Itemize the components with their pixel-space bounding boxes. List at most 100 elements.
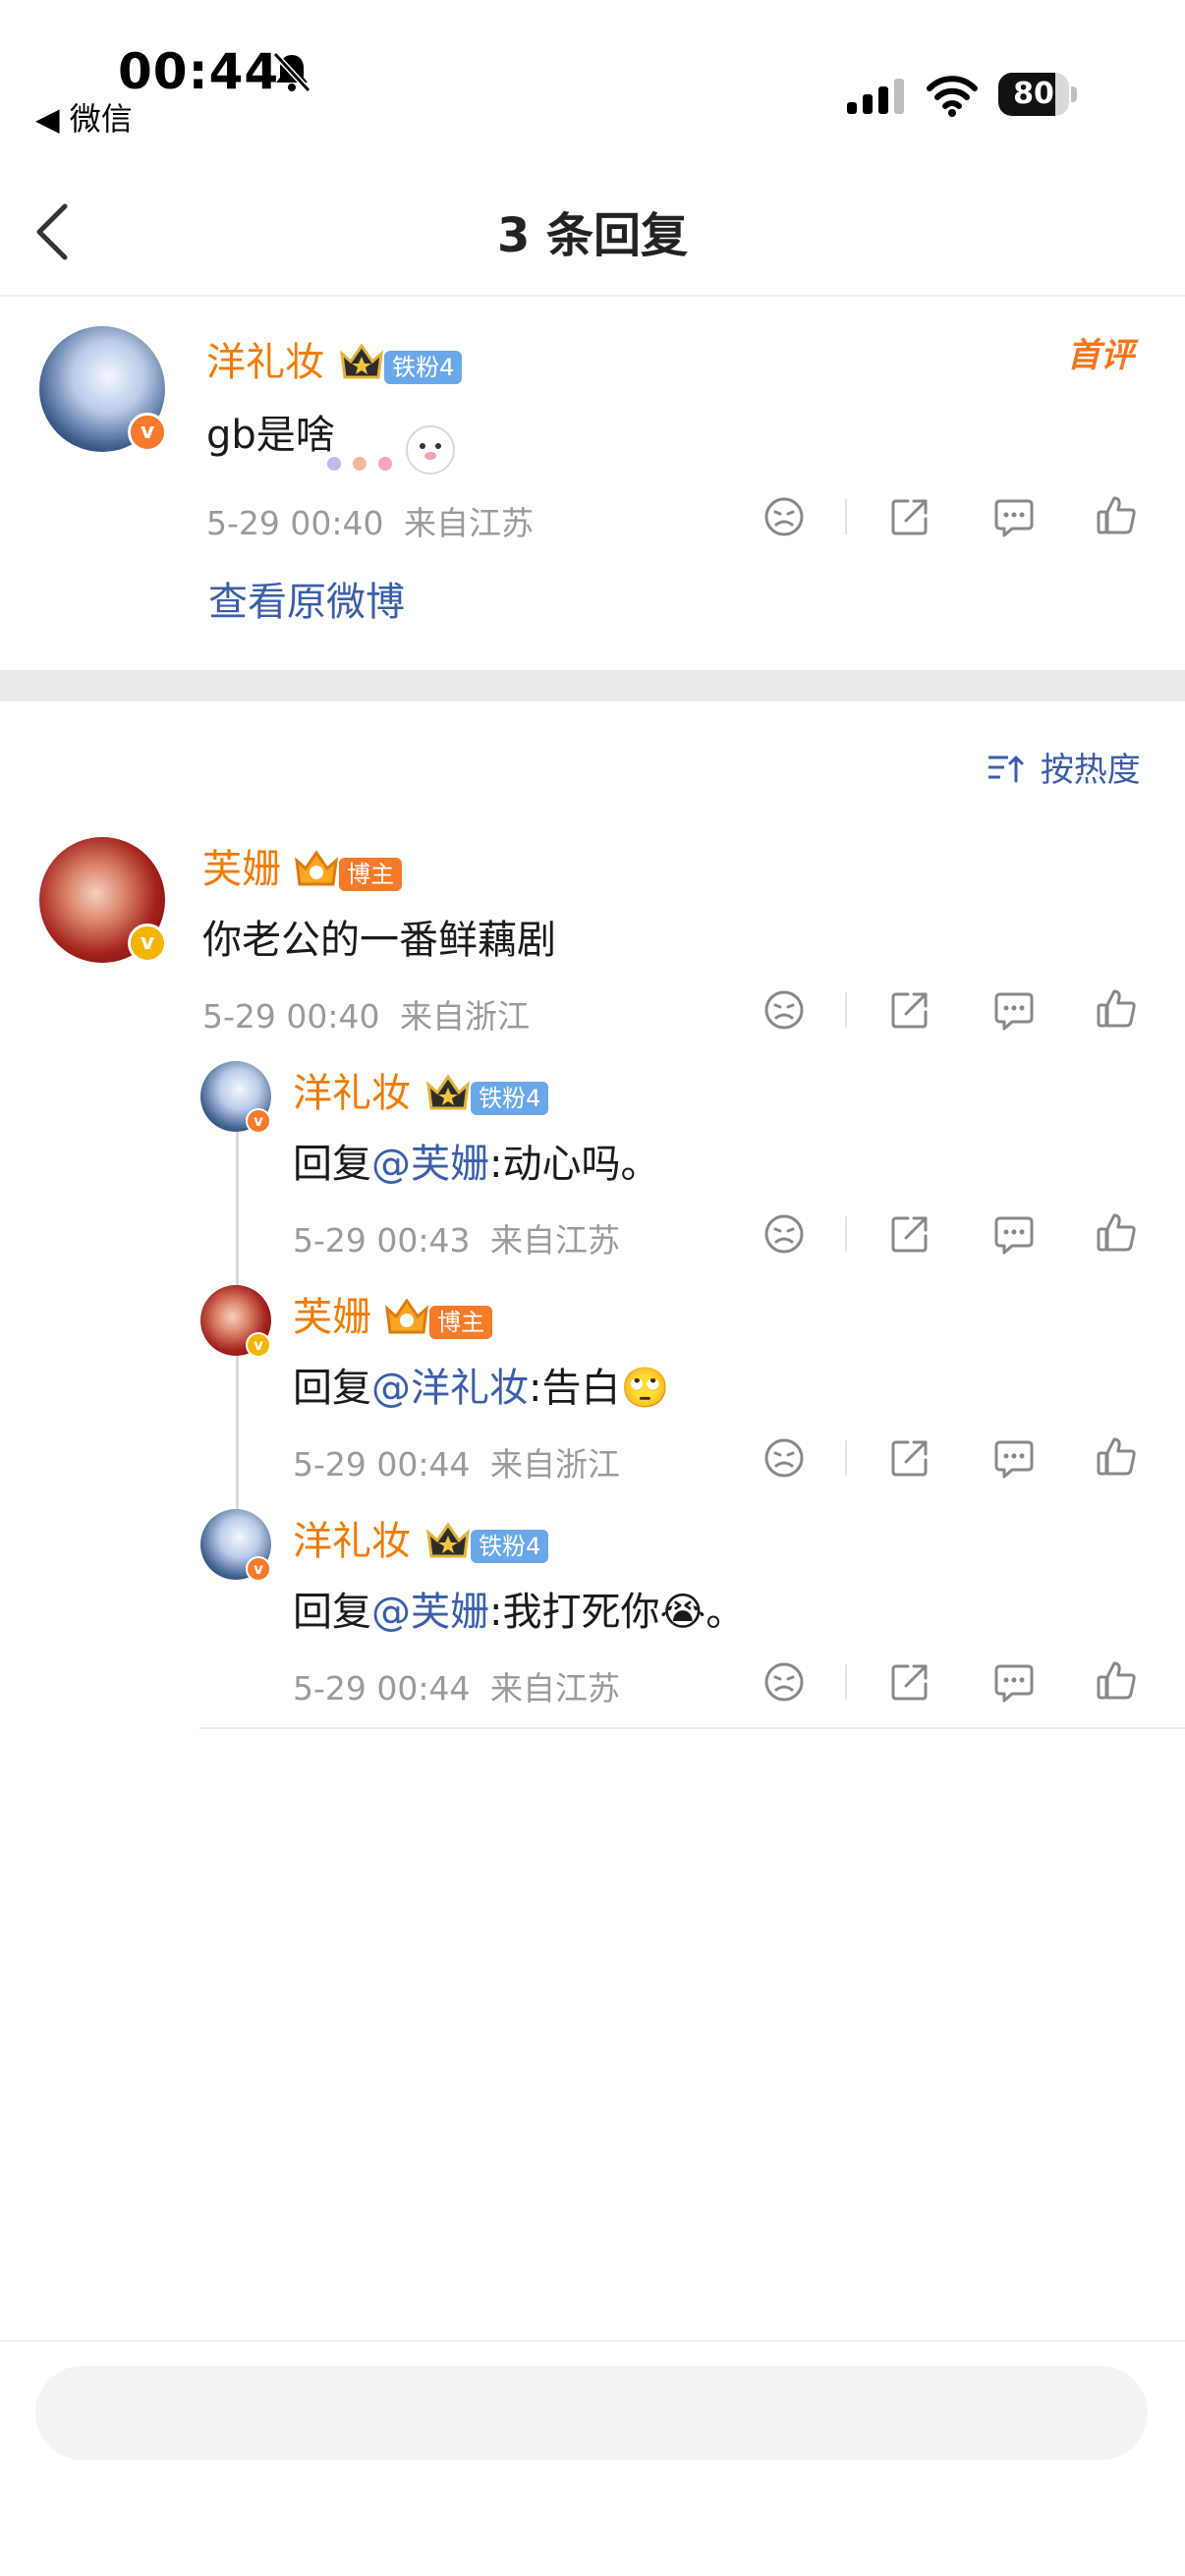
crown-icon xyxy=(426,1074,471,1110)
timestamp: 5-29 00:44 xyxy=(293,1669,471,1708)
back-to-wechat-link[interactable]: ◀ 微信 xyxy=(35,94,133,140)
reply-prefix: 回复 xyxy=(293,1590,371,1635)
username[interactable]: 芙姗 xyxy=(202,847,281,892)
like-thumb-icon[interactable] xyxy=(1095,493,1138,536)
battery-indicator: 80 xyxy=(998,73,1079,116)
like-thumb-icon[interactable] xyxy=(1095,1658,1138,1702)
reply-text: 回复@洋礼妆:告白🙄 xyxy=(293,1356,669,1413)
divider xyxy=(198,1727,1185,1729)
timestamp: 5-29 00:40 xyxy=(202,997,380,1036)
divider xyxy=(845,1216,847,1252)
like-thumb-icon[interactable] xyxy=(1095,1210,1138,1254)
share-icon[interactable] xyxy=(888,988,931,1032)
crown-icon xyxy=(340,343,384,379)
mention-link[interactable]: @洋礼妆 xyxy=(371,1366,529,1411)
verified-badge-icon: v xyxy=(246,1556,271,1582)
view-original-post-link[interactable]: 查看原微博 xyxy=(208,570,405,627)
comment-header: 洋礼妆 铁粉4 xyxy=(206,330,463,387)
username[interactable]: 洋礼妆 xyxy=(206,340,324,385)
verified-badge-icon: v xyxy=(246,1108,271,1134)
mention-link[interactable]: @芙姗 xyxy=(371,1590,489,1635)
location: 来自江苏 xyxy=(490,1669,620,1708)
comment-meta: 5-29 00:44 来自浙江 xyxy=(293,1438,620,1485)
location: 来自浙江 xyxy=(400,997,530,1036)
share-icon[interactable] xyxy=(888,1212,931,1256)
page-title: 3 条回复 xyxy=(496,208,689,263)
reply-body: :告白 xyxy=(529,1366,621,1411)
comment-header: 芙姗 博主 xyxy=(202,837,403,894)
timestamp: 5-29 00:44 xyxy=(293,1445,471,1484)
comment-meta: 5-29 00:44 来自江苏 xyxy=(293,1662,620,1709)
reply-body: :我打死你 xyxy=(489,1590,660,1635)
crown-icon xyxy=(295,850,339,886)
crown-icon xyxy=(385,1298,429,1334)
sort-by-hot-button[interactable]: 按热度 xyxy=(987,743,1141,791)
blogger-badge: 博主 xyxy=(429,1306,493,1339)
divider xyxy=(845,1440,847,1476)
dislike-face-icon[interactable] xyxy=(762,1660,806,1704)
first-comment-tag: 首评 xyxy=(1067,336,1134,375)
comment-meta: 5-29 00:43 来自江苏 xyxy=(293,1214,620,1261)
dislike-face-icon[interactable] xyxy=(762,495,806,538)
reply-input[interactable] xyxy=(35,2366,1148,2460)
comment-icon[interactable] xyxy=(992,988,1036,1032)
like-thumb-icon[interactable] xyxy=(1095,1434,1138,1478)
username[interactable]: 洋礼妆 xyxy=(293,1519,411,1564)
location: 来自江苏 xyxy=(404,504,534,542)
cellular-signal-icon xyxy=(847,79,904,114)
sort-label: 按热度 xyxy=(1040,751,1141,790)
divider xyxy=(845,1664,847,1700)
timestamp: 5-29 00:43 xyxy=(293,1221,471,1260)
comment-header: 洋礼妆 铁粉4 xyxy=(293,1509,549,1566)
like-thumb-icon[interactable] xyxy=(1095,986,1138,1030)
username[interactable]: 洋礼妆 xyxy=(293,1071,411,1116)
reply-body: :动心吗。 xyxy=(489,1142,660,1187)
fan-level-badge: 铁粉4 xyxy=(471,1530,549,1563)
mute-bell-icon xyxy=(272,51,311,93)
comment-header: 洋礼妆 铁粉4 xyxy=(293,1061,549,1118)
divider xyxy=(0,295,1185,297)
comment-meta: 5-29 00:40 来自浙江 xyxy=(202,990,530,1037)
crying-emoji-icon: 😭 xyxy=(659,1590,706,1635)
timestamp: 5-29 00:40 xyxy=(206,504,384,542)
verified-badge-icon: v xyxy=(128,924,167,963)
comment-icon[interactable] xyxy=(992,495,1036,538)
divider xyxy=(0,2340,1185,2342)
share-icon[interactable] xyxy=(888,1660,931,1704)
comment-meta: 5-29 00:40 来自江苏 xyxy=(206,497,534,544)
reply-prefix: 回复 xyxy=(293,1366,371,1411)
reply-text: 回复@芙姗:我打死你😭。 xyxy=(293,1580,745,1637)
fan-level-badge: 铁粉4 xyxy=(471,1082,549,1115)
verified-badge-icon: v xyxy=(128,413,167,452)
dislike-face-icon[interactable] xyxy=(762,1436,806,1480)
battery-level: 80 xyxy=(1013,77,1054,111)
reply-text: 回复@芙姗:动心吗。 xyxy=(293,1132,659,1189)
location: 来自浙江 xyxy=(490,1445,620,1484)
fan-level-badge: 铁粉4 xyxy=(384,351,463,384)
comment-icon[interactable] xyxy=(992,1436,1036,1480)
username[interactable]: 芙姗 xyxy=(293,1295,371,1340)
reply-suffix: 。 xyxy=(705,1590,746,1635)
location: 来自江苏 xyxy=(490,1221,620,1260)
comment-header: 芙姗 博主 xyxy=(293,1285,493,1342)
crown-icon xyxy=(426,1522,471,1558)
verified-badge-icon: v xyxy=(246,1332,271,1358)
reply-prefix: 回复 xyxy=(293,1142,371,1187)
comment-icon[interactable] xyxy=(992,1212,1036,1256)
dislike-face-icon[interactable] xyxy=(762,988,806,1032)
divider xyxy=(845,499,847,534)
comment-icon[interactable] xyxy=(992,1660,1036,1704)
sticker-decoration-icon xyxy=(327,425,455,475)
comment-text: 你老公的一番鲜藕剧 xyxy=(202,918,556,963)
status-time: 00:44 xyxy=(118,43,280,100)
divider xyxy=(845,992,847,1028)
section-divider xyxy=(0,670,1185,701)
share-icon[interactable] xyxy=(888,1436,931,1480)
blogger-badge: 博主 xyxy=(339,858,403,891)
mention-link[interactable]: @芙姗 xyxy=(371,1142,489,1187)
eye-roll-emoji-icon: 🙄 xyxy=(620,1366,670,1411)
sort-icon xyxy=(988,756,1024,783)
share-icon[interactable] xyxy=(888,495,931,538)
wifi-icon xyxy=(927,76,978,117)
dislike-face-icon[interactable] xyxy=(762,1212,806,1256)
